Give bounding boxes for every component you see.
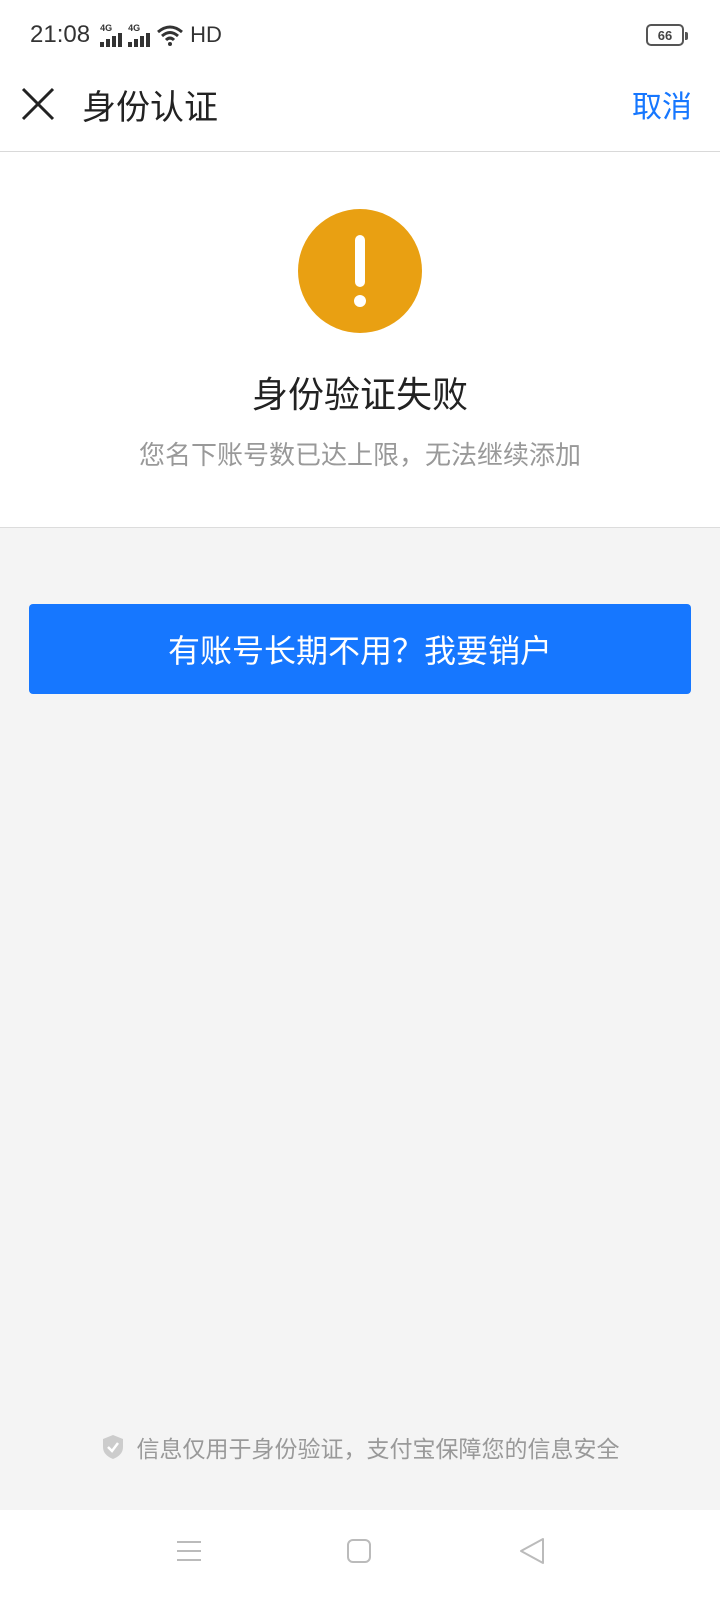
signal-icon-2: 4G (128, 22, 151, 47)
screen: 21:08 4G 4G HD 66 身份认证 取消 身份验证失败 您名下账号数已… (0, 0, 720, 1600)
close-account-button[interactable]: 有账号长期不用？我要销户 (29, 604, 691, 694)
nav-bar (0, 1510, 720, 1600)
close-icon[interactable] (18, 84, 58, 124)
security-note-text: 信息仅用于身份验证，支付宝保障您的信息安全 (136, 1437, 620, 1463)
shield-icon (102, 1435, 123, 1459)
result-title: 身份验证失败 (251, 375, 468, 416)
status-bar: 21:08 4G 4G HD 66 (0, 0, 720, 70)
signal-icon-1: 4G (100, 22, 123, 47)
menu-icon[interactable] (176, 1538, 202, 1564)
header: 身份认证 取消 (0, 70, 720, 152)
signal-label-2: 4G (128, 22, 141, 33)
security-note: 信息仅用于身份验证，支付宝保障您的信息安全 (0, 1430, 720, 1464)
back-icon[interactable] (518, 1536, 546, 1566)
battery-icon: 66 (646, 24, 688, 46)
result-subtitle: 您名下账号数已达上限，无法继续添加 (138, 441, 581, 471)
page-title: 身份认证 (82, 88, 218, 128)
signal-label-1: 4G (100, 22, 113, 33)
result-card: 身份验证失败 您名下账号数已达上限，无法继续添加 (0, 152, 720, 528)
hd-label: HD (190, 22, 222, 47)
status-icons: 4G 4G HD (100, 22, 222, 48)
warning-icon (298, 209, 422, 333)
home-icon[interactable] (346, 1538, 372, 1564)
status-time: 21:08 (30, 21, 91, 48)
cancel-button[interactable]: 取消 (632, 82, 692, 126)
wifi-icon (157, 25, 184, 46)
battery-level: 66 (657, 27, 673, 43)
